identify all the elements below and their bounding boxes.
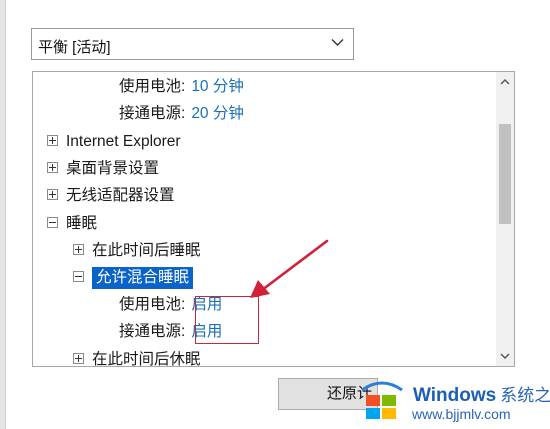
scrollbar-thumb[interactable] — [499, 124, 511, 224]
tree-item-battery-value[interactable]: 使用电池: 10 分钟 — [119, 75, 244, 99]
setting-value[interactable]: 20 分钟 — [191, 105, 244, 122]
settings-tree-content: 使用电池: 10 分钟 接通电源: 20 分钟 Internet Explorer … — [33, 72, 496, 366]
watermark-brand-cn: 系统之家 — [500, 386, 550, 405]
window-frame-divider — [5, 0, 6, 429]
watermark-brand: Windows — [413, 385, 497, 406]
expand-plus-icon[interactable] — [47, 189, 58, 201]
tree-item-label: 睡眠 — [66, 215, 98, 232]
tree-node-desktop-background[interactable]: 桌面背景设置 — [47, 157, 159, 181]
collapse-minus-icon[interactable] — [47, 217, 58, 229]
tree-item-label: Internet Explorer — [66, 133, 181, 150]
expand-plus-icon[interactable] — [47, 135, 58, 147]
scroll-up-button[interactable] — [496, 72, 514, 92]
tree-item-plugged-value[interactable]: 接通电源: 20 分钟 — [119, 102, 244, 126]
tree-item-label: 使用电池: — [119, 296, 186, 313]
tree-node-sleep-after[interactable]: 在此时间后睡眠 — [73, 239, 201, 263]
tree-node-wireless-adapter[interactable]: 无线适配器设置 — [47, 184, 175, 208]
tree-item-label: 接通电源: — [119, 323, 186, 340]
tree-node-hybrid-sleep[interactable]: 允许混合睡眠 — [73, 266, 194, 290]
watermark-title: Windows系统之家 — [413, 381, 550, 407]
tree-item-label: 使用电池: — [119, 78, 186, 95]
tree-item-label: 接通电源: — [119, 105, 186, 122]
tree-node-hibernate-after[interactable]: 在此时间后休眠 — [73, 348, 201, 366]
power-plan-selected: 平衡 [活动] — [38, 39, 111, 56]
chevron-up-icon — [500, 79, 510, 85]
chevron-down-icon — [500, 353, 510, 359]
chevron-down-icon — [331, 39, 344, 46]
collapse-minus-icon[interactable] — [73, 271, 84, 283]
watermark-url: www.bjjmlv.com — [412, 406, 511, 422]
windows-logo-icon — [361, 381, 403, 419]
setting-value[interactable]: 10 分钟 — [191, 78, 244, 95]
expand-plus-icon[interactable] — [73, 244, 84, 256]
tree-item-label: 在此时间后休眠 — [92, 351, 201, 366]
power-plan-dropdown[interactable]: 平衡 [活动] — [31, 28, 354, 60]
tree-item-label-selected: 允许混合睡眠 — [92, 267, 194, 289]
tree-node-sleep[interactable]: 睡眠 — [47, 212, 97, 236]
tree-item-label: 无线适配器设置 — [66, 187, 175, 204]
scroll-down-button[interactable] — [496, 346, 514, 366]
vertical-scrollbar[interactable] — [496, 72, 514, 366]
expand-plus-icon[interactable] — [47, 162, 58, 174]
settings-tree: 使用电池: 10 分钟 接通电源: 20 分钟 Internet Explorer … — [32, 71, 515, 367]
expand-plus-icon[interactable] — [73, 353, 84, 365]
tree-item-label: 在此时间后睡眠 — [92, 242, 201, 259]
tree-item-label: 桌面背景设置 — [66, 160, 160, 177]
annotation-highlight-box — [195, 296, 259, 344]
tree-node-internet-explorer[interactable]: Internet Explorer — [47, 130, 181, 154]
